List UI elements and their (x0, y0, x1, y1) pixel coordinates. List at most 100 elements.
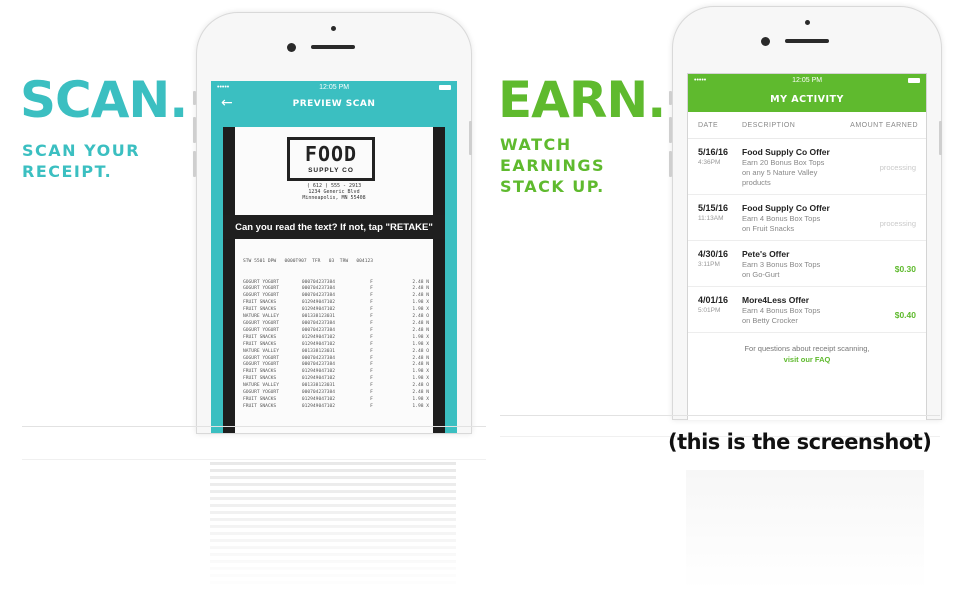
row-description: Food Supply Co Offer Earn 4 Bonus Box To… (742, 203, 836, 234)
scan-headline: SCAN. (20, 71, 188, 129)
side-button (669, 91, 672, 105)
front-camera (761, 37, 770, 46)
row-amount: $0.30 (836, 249, 926, 280)
receipt-line-flag: F (370, 396, 373, 402)
activity-phone-reflection (686, 470, 924, 590)
floor-line (22, 426, 486, 427)
offer-text-line: Earn 3 Bonus Box Tops (742, 260, 821, 269)
proximity-sensor (805, 20, 810, 25)
battery-icon (907, 77, 920, 83)
volume-up-button (669, 117, 672, 143)
scan-nav-bar: ← PREVIEW SCAN (211, 93, 457, 115)
receipt-line: FRUIT SNACKS 012949047102 F 1.98 X (243, 342, 429, 349)
receipt-line-flag: F (370, 383, 373, 389)
receipt-line-code: 001338123031 (301, 383, 336, 389)
scan-subtitle: SCAN YOUR RECEIPT. (22, 140, 140, 182)
earn-subtitle-line-2: EARNINGS (500, 156, 606, 175)
table-row[interactable]: 4/01/16 5:01PM More4Less Offer Earn 4 Bo… (688, 287, 926, 333)
page-title: PREVIEW SCAN (292, 99, 376, 109)
receipt-line-flag: F (370, 314, 373, 320)
receipt-line-flag: F (370, 327, 373, 333)
table-row[interactable]: 4/30/16 3:11PM Pete's Offer Earn 3 Bonus… (688, 241, 926, 287)
power-button (469, 121, 472, 155)
offer-text-line: on Go-Gurt (742, 270, 780, 279)
receipt-paper: FOOD SUPPLY CO ( 612 ) 555 - 2913 1234 G… (223, 127, 445, 433)
receipt-line-flag: F (370, 362, 373, 368)
row-description: More4Less Offer Earn 4 Bonus Box Tops on… (742, 295, 836, 326)
back-arrow-icon[interactable]: ← (221, 95, 233, 111)
column-date: DATE (698, 121, 719, 129)
receipt-line: GOGURT YOGURT 000704237384 F 2.48 N (243, 321, 429, 328)
receipt-line-name: NATURE VALLEY (243, 348, 279, 354)
scan-phone-reflection (210, 462, 456, 592)
table-row[interactable]: 5/15/16 11:13AM Food Supply Co Offer Ear… (688, 195, 926, 241)
receipt-line-code: 012949047102 (301, 334, 336, 340)
faq-link[interactable]: visit our FAQ (688, 354, 926, 365)
receipt-line-flag: F (370, 348, 373, 354)
row-amount: processing (836, 147, 926, 188)
activity-screen: ••••• 12:05 PM MY ACTIVITY DATE DESCRIPT… (687, 73, 927, 420)
receipt-line-code: 000704237384 (301, 390, 336, 396)
earn-headline: EARN. (498, 71, 666, 129)
receipt-line-price: 1.98 X (412, 334, 430, 340)
receipt-line-price: 2.48 O (412, 383, 430, 389)
receipt-line: FRUIT SNACKS 012949047102 F 1.98 X (243, 397, 429, 404)
row-date-cell: 5/16/16 4:36PM (688, 147, 742, 188)
status-bar: ••••• 12:05 PM (688, 74, 926, 86)
proximity-sensor (331, 26, 336, 31)
offer-title: More4Less Offer (742, 295, 810, 305)
receipt-line-code: 012949047102 (301, 341, 336, 347)
receipt-line-price: 1.98 X (412, 396, 430, 402)
status-time: 12:05 PM (792, 76, 823, 84)
scan-phone: ••••• 12:05 PM ← PREVIEW SCAN FOOD SUPPL… (193, 12, 472, 434)
row-time: 3:11PM (698, 261, 720, 268)
side-button (193, 91, 196, 105)
row-amount: processing (836, 203, 926, 234)
status-time: 12:05 PM (319, 83, 350, 91)
scan-subtitle-line-2: RECEIPT. (22, 162, 113, 181)
activity-nav: ••••• 12:05 PM MY ACTIVITY (688, 74, 926, 112)
receipt-line-name: NATURE VALLEY (243, 314, 279, 320)
receipt-line-flag: F (370, 286, 373, 292)
row-time: 5:01PM (698, 307, 721, 314)
receipt-photo: FOOD SUPPLY CO ( 612 ) 555 - 2913 1234 G… (223, 127, 445, 433)
receipt-header-line: STW 5501 DPW 0000T907 TFR 03 TRW 004123 (243, 258, 373, 264)
receipt-line-price: 2.48 O (412, 348, 430, 354)
column-amount: AMOUNT EARNED (850, 121, 918, 129)
faq-note: For questions about receipt scanning, vi… (688, 333, 926, 365)
receipt-line-flag: F (370, 403, 373, 409)
receipt-line-flag: F (370, 307, 373, 313)
offer-text: Earn 3 Bonus Box Tops on Go-Gurt (742, 260, 836, 280)
offer-text-line: on Betty Crocker (742, 316, 798, 325)
page-title: MY ACTIVITY (770, 93, 844, 105)
receipt-line-flag: F (370, 355, 373, 361)
receipt-line-price: 2.48 O (412, 314, 430, 320)
receipt-line-name: FRUIT SNACKS (243, 396, 277, 402)
row-date-cell: 5/15/16 11:13AM (688, 203, 742, 234)
offer-text-line: on Fruit Snacks (742, 224, 795, 233)
retake-banner-text: Can you read the text? If not, tap "RETA… (235, 221, 433, 233)
amount-processing: processing (879, 163, 916, 172)
offer-title: Pete's Offer (742, 249, 790, 259)
row-date-cell: 4/01/16 5:01PM (688, 295, 742, 326)
receipt-city: Minneapolis, MN 55408 (302, 195, 366, 201)
receipt-line-flag: F (370, 334, 373, 340)
receipt-logo-brand: FOOD (304, 142, 358, 166)
volume-down-button (193, 151, 196, 177)
receipt-items: STW 5501 DPW 0000T907 TFR 03 TRW 004123 … (243, 245, 429, 411)
table-header: DATE DESCRIPTION AMOUNT EARNED (688, 112, 926, 139)
receipt-line-name: NATURE VALLEY (243, 383, 279, 389)
offer-title: Food Supply Co Offer (742, 203, 830, 213)
receipt-line-price: 1.98 X (412, 341, 430, 347)
offer-text: Earn 20 Bonus Box Tops on any 5 Nature V… (742, 158, 836, 188)
offer-text-line: Earn 20 Bonus Box Tops (742, 158, 825, 167)
receipt-line-flag: F (370, 341, 373, 347)
row-description: Pete's Offer Earn 3 Bonus Box Tops on Go… (742, 249, 836, 280)
table-row[interactable]: 5/16/16 4:36PM Food Supply Co Offer Earn… (688, 139, 926, 195)
floor-line (500, 415, 940, 416)
receipt-logo-sub: SUPPLY CO (308, 167, 354, 174)
offer-text-line: Earn 4 Bonus Box Tops (742, 214, 821, 223)
front-camera (287, 43, 296, 52)
offer-text-line: products (742, 178, 771, 187)
receipt-line-code: 012949047102 (301, 403, 336, 409)
